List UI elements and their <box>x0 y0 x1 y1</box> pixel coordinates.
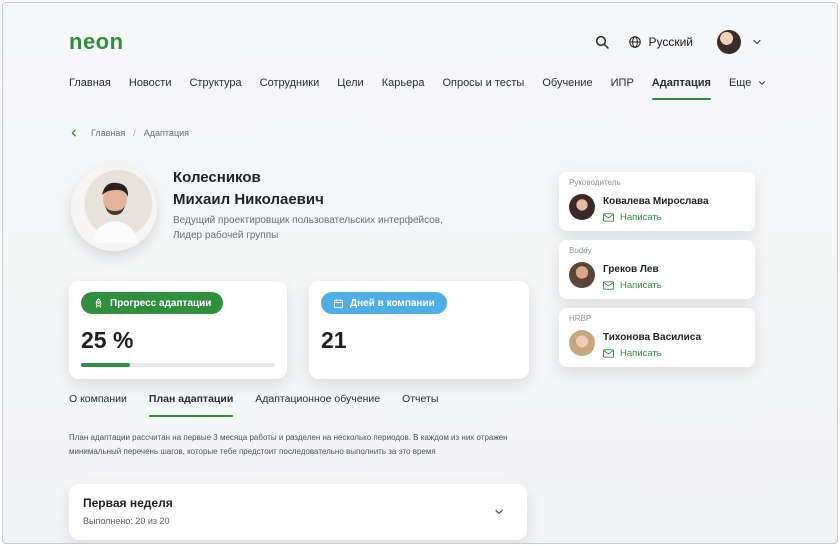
nav-item-news[interactable]: Новости <box>129 77 172 100</box>
tab-adaptation-training[interactable]: Адаптационное обучение <box>255 393 380 417</box>
user-avatar[interactable] <box>717 30 741 54</box>
contact-role-label: Buddy <box>569 246 592 255</box>
nav-item-career[interactable]: Карьера <box>382 77 425 100</box>
write-label: Написать <box>620 348 662 359</box>
avatar <box>569 330 595 356</box>
avatar <box>569 262 595 288</box>
contact-card-buddy: Buddy Греков Лев Написать <box>559 240 755 299</box>
globe-icon <box>629 36 642 48</box>
nav-item-more[interactable]: Еще <box>729 77 767 100</box>
chevron-down-icon <box>759 81 766 85</box>
profile-position-line: Ведущий проектировщик пользовательских и… <box>173 215 443 226</box>
nav-item-adaptation[interactable]: Адаптация <box>651 77 712 100</box>
nav-item-employees[interactable]: Сотрудники <box>260 77 320 100</box>
breadcrumb: Главная / Адаптация <box>69 128 189 138</box>
profile-tabs: О компании План адаптации Адаптационное … <box>69 393 438 417</box>
rocket-icon <box>95 297 102 308</box>
nav-more-label: Еще <box>728 77 752 89</box>
mail-icon <box>603 213 614 222</box>
progress-label: Прогресс адаптации <box>110 297 212 309</box>
contact-name: Греков Лев <box>603 264 659 275</box>
plan-description: План адаптации рассчитан на первые 3 мес… <box>69 433 508 456</box>
profile-first-name: Михаил Николаевич <box>173 191 324 208</box>
back-arrow-icon[interactable] <box>69 128 79 138</box>
app-frame: neon Русский Главная Новости Структура С… <box>2 2 838 544</box>
contact-card-hrbp: HRBP Тихонова Василиса Написать <box>559 308 755 367</box>
mail-icon <box>603 349 614 358</box>
nav-item-surveys[interactable]: Опросы и тесты <box>442 77 524 100</box>
nav-item-goals[interactable]: Цели <box>337 77 363 100</box>
avatar <box>569 194 595 220</box>
accordion-completed: Выполнено: 20 из 20 <box>83 516 170 526</box>
main-nav: Главная Новости Структура Сотрудники Цел… <box>69 77 767 100</box>
write-button[interactable]: Написать <box>603 348 662 359</box>
days-badge: Дней в компании <box>321 292 447 314</box>
search-icon <box>596 35 610 49</box>
nav-item-structure[interactable]: Структура <box>189 77 241 100</box>
language-selector[interactable]: Русский <box>628 35 693 49</box>
language-label: Русский <box>648 35 693 49</box>
progress-bar <box>81 363 275 367</box>
contact-name: Тихонова Василиса <box>603 332 702 343</box>
mail-icon <box>603 281 614 290</box>
nav-item-learning[interactable]: Обучение <box>542 77 592 100</box>
header-actions: Русский <box>592 30 763 54</box>
calendar-icon <box>333 298 344 308</box>
write-label: Написать <box>620 212 662 223</box>
write-button[interactable]: Написать <box>603 212 662 223</box>
profile-position: Ведущий проектировщик пользовательских и… <box>173 213 493 243</box>
progress-card: Прогресс адаптации 25 % <box>69 281 287 379</box>
nav-item-ipr[interactable]: ИПР <box>611 77 634 100</box>
contact-role-label: Руководитель <box>569 178 621 187</box>
write-label: Написать <box>620 280 662 291</box>
tab-adaptation-plan[interactable]: План адаптации <box>148 393 234 417</box>
profile-last-name: Колесников <box>173 169 261 186</box>
progress-value: 25 % <box>81 327 134 353</box>
accordion-title: Первая неделя <box>83 496 173 510</box>
contact-role-label: HRBP <box>569 314 592 323</box>
profile-role-line: Лидер рабочей группы <box>173 230 279 241</box>
profile-photo <box>71 165 157 251</box>
days-card: Дней в компании 21 <box>309 281 529 379</box>
contact-card-manager: Руководитель Ковалева Мирослава Написать <box>559 172 755 231</box>
accordion-first-week[interactable]: Первая неделя Выполнено: 20 из 20 <box>69 484 527 540</box>
breadcrumb-home[interactable]: Главная <box>91 128 125 138</box>
chevron-down-icon[interactable] <box>751 36 763 48</box>
progress-bar-fill <box>81 363 130 367</box>
neon-logo[interactable]: neon <box>69 29 124 55</box>
breadcrumb-current: Адаптация <box>143 128 189 138</box>
days-value: 21 <box>321 327 347 353</box>
write-button[interactable]: Написать <box>603 280 662 291</box>
breadcrumb-separator: / <box>133 128 136 138</box>
search-button[interactable] <box>592 32 612 52</box>
tab-reports[interactable]: Отчеты <box>402 393 438 417</box>
days-label: Дней в компании <box>350 297 435 309</box>
chevron-down-icon[interactable] <box>493 506 505 518</box>
contact-name: Ковалева Мирослава <box>603 196 709 207</box>
tab-about-company[interactable]: О компании <box>69 393 127 417</box>
person-photo-icon <box>93 182 137 243</box>
nav-item-home[interactable]: Главная <box>69 77 111 100</box>
progress-badge: Прогресс адаптации <box>81 292 224 314</box>
